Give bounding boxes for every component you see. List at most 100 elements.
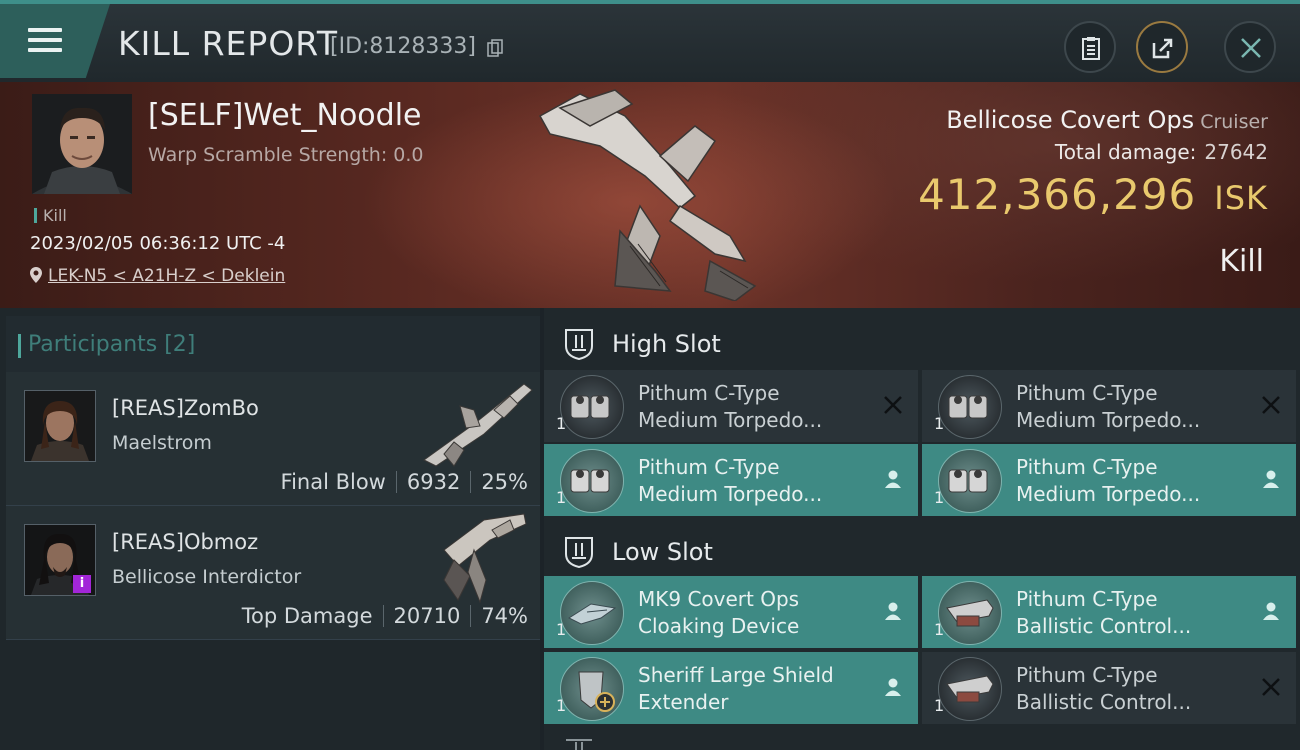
participant-avatar[interactable]: i xyxy=(24,524,96,596)
module-quantity: 1 xyxy=(934,620,945,639)
location-pin-icon xyxy=(30,267,42,283)
torpedo-launcher-graphic xyxy=(570,395,610,419)
participant-damage: 20710 xyxy=(393,604,461,628)
victim-banner: [SELF]Wet_Noodle Warp Scramble Strength:… xyxy=(0,82,1300,308)
isk-value: 412,366,296 ISK xyxy=(918,170,1268,219)
torpedo-launcher-graphic xyxy=(948,395,988,419)
shield-extender-graphic xyxy=(578,671,615,712)
participant-role: Final Blow xyxy=(280,470,386,494)
module-name: Pithum C-Type Medium Torpedo... xyxy=(638,454,868,508)
victim-name: [SELF]Wet_Noodle xyxy=(148,98,422,133)
participant-row[interactable]: [REAS]ZomBo Maelstrom Final Blow 6932 25% xyxy=(6,372,540,506)
module-name-line: Pithum C-Type xyxy=(1016,587,1158,611)
module-high-4[interactable]: 1 Pithum C-Type Medium Torpedo... xyxy=(922,444,1296,516)
module-quantity: 1 xyxy=(934,414,945,433)
victim-ship-name: Bellicose Covert Ops Cruiser xyxy=(946,106,1268,134)
participant-ship: Maelstrom xyxy=(112,432,212,454)
ballistic-control-icon xyxy=(938,581,1002,645)
ballistic-control-graphic xyxy=(946,599,994,627)
module-high-3[interactable]: 1 Pithum C-Type Medium Torpedo... xyxy=(544,444,918,516)
high-slot-header: High Slot xyxy=(544,312,1300,376)
module-name: Pithum C-Type Medium Torpedo... xyxy=(638,380,868,434)
torpedo-launcher-graphic xyxy=(948,469,988,493)
kill-tag: Kill xyxy=(34,206,67,225)
module-low-1[interactable]: 1 MK9 Covert Ops Cloaking Device xyxy=(544,576,918,648)
module-name-line: Medium Torpedo... xyxy=(1016,408,1201,432)
title-bar: KILL REPORT [ID:8128333] xyxy=(0,0,1300,82)
participants-header: Participants [2] xyxy=(6,316,540,372)
isk-unit: ISK xyxy=(1214,179,1268,217)
module-name-line: Pithum C-Type xyxy=(638,455,780,479)
ship-name-text: Bellicose Covert Ops xyxy=(946,106,1195,134)
ship-class: Cruiser xyxy=(1200,111,1268,133)
pilot-portrait-image xyxy=(32,94,132,194)
torpedo-launcher-icon xyxy=(560,449,624,513)
module-name-line: Medium Torpedo... xyxy=(638,482,823,506)
module-name-line: Medium Torpedo... xyxy=(1016,482,1201,506)
kill-outcome: Kill xyxy=(1219,244,1264,279)
module-name-line: Pithum C-Type xyxy=(638,381,780,405)
stat-divider xyxy=(382,605,384,627)
participant-row[interactable]: i [REAS]Obmoz Bellicose Interdictor Top … xyxy=(6,506,540,640)
page-title: KILL REPORT xyxy=(118,24,338,63)
menu-icon-bar xyxy=(28,48,62,52)
module-name-line: Extender xyxy=(638,690,729,714)
torpedo-launcher-graphic xyxy=(570,469,610,493)
participant-damage: 6932 xyxy=(406,470,461,494)
module-high-1[interactable]: 1 Pithum C-Type Medium Torpedo... xyxy=(544,370,918,442)
report-id: [ID:8128333] xyxy=(330,34,476,59)
module-name-line: Ballistic Control... xyxy=(1016,690,1192,714)
cloaking-device-graphic xyxy=(567,603,617,625)
module-name-line: Ballistic Control... xyxy=(1016,614,1192,638)
share-button[interactable] xyxy=(1136,21,1188,73)
share-icon xyxy=(1152,38,1173,59)
location-link[interactable]: LEK-N5 < A21H-Z < Deklein xyxy=(48,266,285,286)
module-quantity: 1 xyxy=(934,696,945,715)
ballistic-control-graphic xyxy=(946,675,994,703)
cloaking-device-icon xyxy=(560,581,624,645)
participant-stats: Final Blow 6932 25% xyxy=(281,470,528,494)
module-quantity: 1 xyxy=(556,620,567,639)
participant-ship-image xyxy=(423,383,533,467)
torpedo-launcher-icon xyxy=(938,449,1002,513)
stat-divider xyxy=(395,471,397,493)
kill-location[interactable]: LEK-N5 < A21H-Z < Deklein xyxy=(30,266,285,286)
victim-ship-image xyxy=(538,89,757,301)
participant-percent: 74% xyxy=(481,604,528,628)
total-damage: Total damage: 27642 xyxy=(1055,140,1268,164)
destroyed-icon xyxy=(1262,396,1280,414)
module-name: Pithum C-Type Ballistic Control... xyxy=(1016,586,1246,640)
module-low-3[interactable]: 1 Sheriff Large Shield Extender xyxy=(544,652,918,724)
close-icon xyxy=(1241,38,1261,58)
clipboard-button[interactable] xyxy=(1064,21,1116,73)
participant-portrait-image xyxy=(25,391,95,461)
participant-ship-image xyxy=(443,513,527,604)
victim-avatar[interactable] xyxy=(32,94,132,194)
module-name-line: Sheriff Large Shield xyxy=(638,663,834,687)
module-name: MK9 Covert Ops Cloaking Device xyxy=(638,586,868,640)
module-name: Sheriff Large Shield Extender xyxy=(638,662,868,716)
module-low-4[interactable]: 1 Pithum C-Type Ballistic Control... xyxy=(922,652,1296,724)
close-button[interactable] xyxy=(1224,21,1276,73)
participant-avatar[interactable] xyxy=(24,390,96,462)
module-quantity: 1 xyxy=(556,696,567,715)
clipboard-icon xyxy=(1082,37,1100,60)
low-slot-icon xyxy=(565,537,593,568)
module-quantity: 1 xyxy=(934,488,945,507)
module-high-2[interactable]: 1 Pithum C-Type Medium Torpedo... xyxy=(922,370,1296,442)
dropped-person-icon xyxy=(1263,470,1279,488)
menu-button[interactable] xyxy=(0,4,110,78)
dropped-person-icon xyxy=(1263,602,1279,620)
module-name: Pithum C-Type Medium Torpedo... xyxy=(1016,454,1246,508)
total-damage-label: Total damage: xyxy=(1054,140,1197,164)
ballistic-control-icon xyxy=(938,657,1002,721)
module-name-line: Pithum C-Type xyxy=(1016,663,1158,687)
destroyed-icon xyxy=(1262,678,1280,696)
participant-role: Top Damage xyxy=(241,604,373,628)
module-low-2[interactable]: 1 Pithum C-Type Ballistic Control... xyxy=(922,576,1296,648)
dropped-person-icon xyxy=(885,470,901,488)
participant-percent: 25% xyxy=(481,470,528,494)
module-name: Pithum C-Type Ballistic Control... xyxy=(1016,662,1246,716)
stat-divider xyxy=(470,471,472,493)
copy-icon[interactable] xyxy=(487,39,503,57)
